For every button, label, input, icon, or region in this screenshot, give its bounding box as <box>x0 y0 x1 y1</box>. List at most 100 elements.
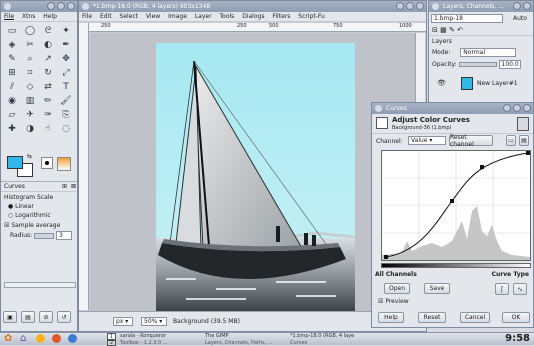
move-icon[interactable]: ✥ <box>57 52 75 66</box>
window-menu-icon[interactable] <box>432 3 439 10</box>
kde-menu-icon[interactable]: ✿ <box>4 333 12 344</box>
delete-options-button[interactable]: ⊘ <box>39 311 53 323</box>
color-select-icon[interactable]: ◈ <box>3 38 21 52</box>
blend-icon[interactable]: ▥ <box>21 94 39 108</box>
scale-icon[interactable]: ⤢ <box>57 66 75 80</box>
unit-select[interactable]: px ▾ <box>113 317 133 326</box>
perspective-icon[interactable]: ◇ <box>21 80 39 94</box>
pager-desktop-2[interactable]: 2 <box>107 340 116 346</box>
fuzzy-select-icon[interactable]: ✦ <box>57 24 75 38</box>
smooth-curve-button[interactable]: ʃ <box>495 283 509 295</box>
task-button[interactable]: Layers, Channels, Paths, ... <box>205 340 273 346</box>
tab-close-icon[interactable]: ⊠ <box>71 182 76 192</box>
save-button[interactable]: Save <box>424 283 450 294</box>
airbrush-icon[interactable]: ✈ <box>21 108 39 122</box>
free-select-icon[interactable]: ᘓ <box>39 24 57 38</box>
menu-edit[interactable]: Edit <box>100 13 112 20</box>
image-select[interactable]: 1.bmp-18 <box>431 14 503 23</box>
opacity-slider[interactable] <box>458 62 497 67</box>
tab-menu-icon[interactable]: ⊞ <box>62 182 67 192</box>
pencil-icon[interactable]: ✏ <box>39 94 57 108</box>
zoom-select[interactable]: 50% ▾ <box>141 317 167 326</box>
zoom-icon[interactable]: ⌕ <box>21 52 39 66</box>
menu-tools[interactable]: Tools <box>220 13 235 20</box>
open-button[interactable]: Open <box>384 283 410 294</box>
dodge-icon[interactable]: ◑ <box>21 122 39 136</box>
opacity-input[interactable]: 100.0 <box>498 60 521 69</box>
align-icon[interactable]: ⊞ <box>3 66 21 80</box>
paths-tab-icon[interactable]: ✎ <box>449 26 455 34</box>
menu-view[interactable]: View <box>146 13 160 20</box>
tool-options-scrollbar[interactable] <box>4 282 76 288</box>
browser-icon[interactable] <box>36 334 45 343</box>
scissors-icon[interactable]: ✂ <box>21 38 39 52</box>
task-button[interactable]: *1.bmp-18.0 (RGB, 4 laye <box>290 333 354 339</box>
smudge-icon[interactable]: ☝ <box>39 122 57 136</box>
konqueror-icon[interactable] <box>68 334 77 343</box>
close-icon[interactable] <box>416 2 424 10</box>
toolbox-titlebar[interactable] <box>1 1 77 12</box>
crop-icon[interactable]: ⌗ <box>21 66 39 80</box>
undo-tab-icon[interactable]: ↶ <box>457 26 463 34</box>
menu-file[interactable]: File <box>4 13 14 20</box>
save-options-button[interactable]: ▣ <box>3 311 17 323</box>
clone-icon[interactable]: ⎘ <box>57 108 75 122</box>
linear-radio[interactable]: ● Linear <box>1 202 77 210</box>
menu-xtns[interactable]: Xtns <box>22 13 35 20</box>
minimize-icon[interactable] <box>513 2 521 10</box>
mode-select[interactable]: Normal <box>460 48 517 57</box>
color-picker-icon[interactable]: ✎ <box>3 52 21 66</box>
tool-options-tab[interactable]: Curves ⊞ ⊠ <box>1 182 77 192</box>
menu-select[interactable]: Select <box>120 13 139 20</box>
ink-icon[interactable]: ✑ <box>39 108 57 122</box>
swap-colors-icon[interactable]: ⇆ <box>27 153 32 160</box>
channels-tab-icon[interactable]: ▦ <box>440 26 447 34</box>
reset-channel-button[interactable]: Reset channel <box>449 134 493 148</box>
foreground-color-swatch[interactable] <box>7 156 23 169</box>
reset-button[interactable]: Reset <box>418 312 446 323</box>
heal-icon[interactable]: ✚ <box>3 122 21 136</box>
canvas-image[interactable] <box>156 43 355 311</box>
maximize-icon[interactable] <box>57 2 65 10</box>
flip-icon[interactable]: ⇄ <box>39 80 57 94</box>
preview-checkbox[interactable]: ☒ Preview <box>378 298 409 305</box>
radius-input[interactable]: 3 <box>55 231 72 240</box>
menu-script-fu[interactable]: Script-Fu <box>298 13 325 20</box>
blur-icon[interactable]: ◌ <box>57 122 75 136</box>
horizontal-ruler[interactable]: 250 250 500 750 1000 <box>89 23 426 32</box>
maximize-icon[interactable] <box>406 2 414 10</box>
reset-options-button[interactable]: ↺ <box>57 311 71 323</box>
eye-icon[interactable]: 👁 <box>437 79 446 87</box>
task-button[interactable]: Curves <box>290 340 307 346</box>
vertical-ruler[interactable] <box>79 23 89 310</box>
minimize-icon[interactable] <box>503 104 511 112</box>
minimize-icon[interactable] <box>396 2 404 10</box>
channel-select[interactable]: Value ▾ <box>408 136 446 145</box>
minimize-icon[interactable] <box>47 2 55 10</box>
menu-file[interactable]: File <box>82 13 92 20</box>
shear-icon[interactable]: ⫽ <box>3 80 21 94</box>
help-button[interactable]: Help <box>378 312 404 323</box>
freehand-curve-button[interactable]: ∿ <box>513 283 527 295</box>
paths-icon[interactable]: ✒ <box>57 38 75 52</box>
menu-image[interactable]: Image <box>168 13 187 20</box>
logarithmic-radio[interactable]: ○ Logarithmic <box>1 210 77 219</box>
close-icon[interactable] <box>523 104 531 112</box>
task-button[interactable]: The GIMP <box>205 333 229 339</box>
curve-svg[interactable] <box>382 151 530 260</box>
close-icon[interactable] <box>67 2 75 10</box>
layers-tab-icon[interactable]: ⊟ <box>432 26 438 34</box>
auto-button[interactable]: Auto <box>513 15 527 22</box>
close-icon[interactable] <box>523 2 531 10</box>
log-histogram-button[interactable]: ▤ <box>519 135 529 146</box>
task-button[interactable]: Toolbox - 1.2.3.0 ... <box>120 340 168 346</box>
firefox-icon[interactable] <box>52 334 61 343</box>
ellipse-select-icon[interactable]: ◯ <box>21 24 39 38</box>
task-button[interactable]: sarala - Konqueror <box>120 333 166 339</box>
menu-help[interactable]: Help <box>43 13 57 20</box>
ok-button[interactable]: OK <box>502 312 530 323</box>
maximize-icon[interactable] <box>513 104 521 112</box>
home-icon[interactable]: ⌂ <box>20 333 26 344</box>
sample-average-checkbox[interactable]: ☒ Sample average <box>1 219 77 229</box>
layer-row[interactable]: 👁 New Layer#1 <box>431 77 531 91</box>
